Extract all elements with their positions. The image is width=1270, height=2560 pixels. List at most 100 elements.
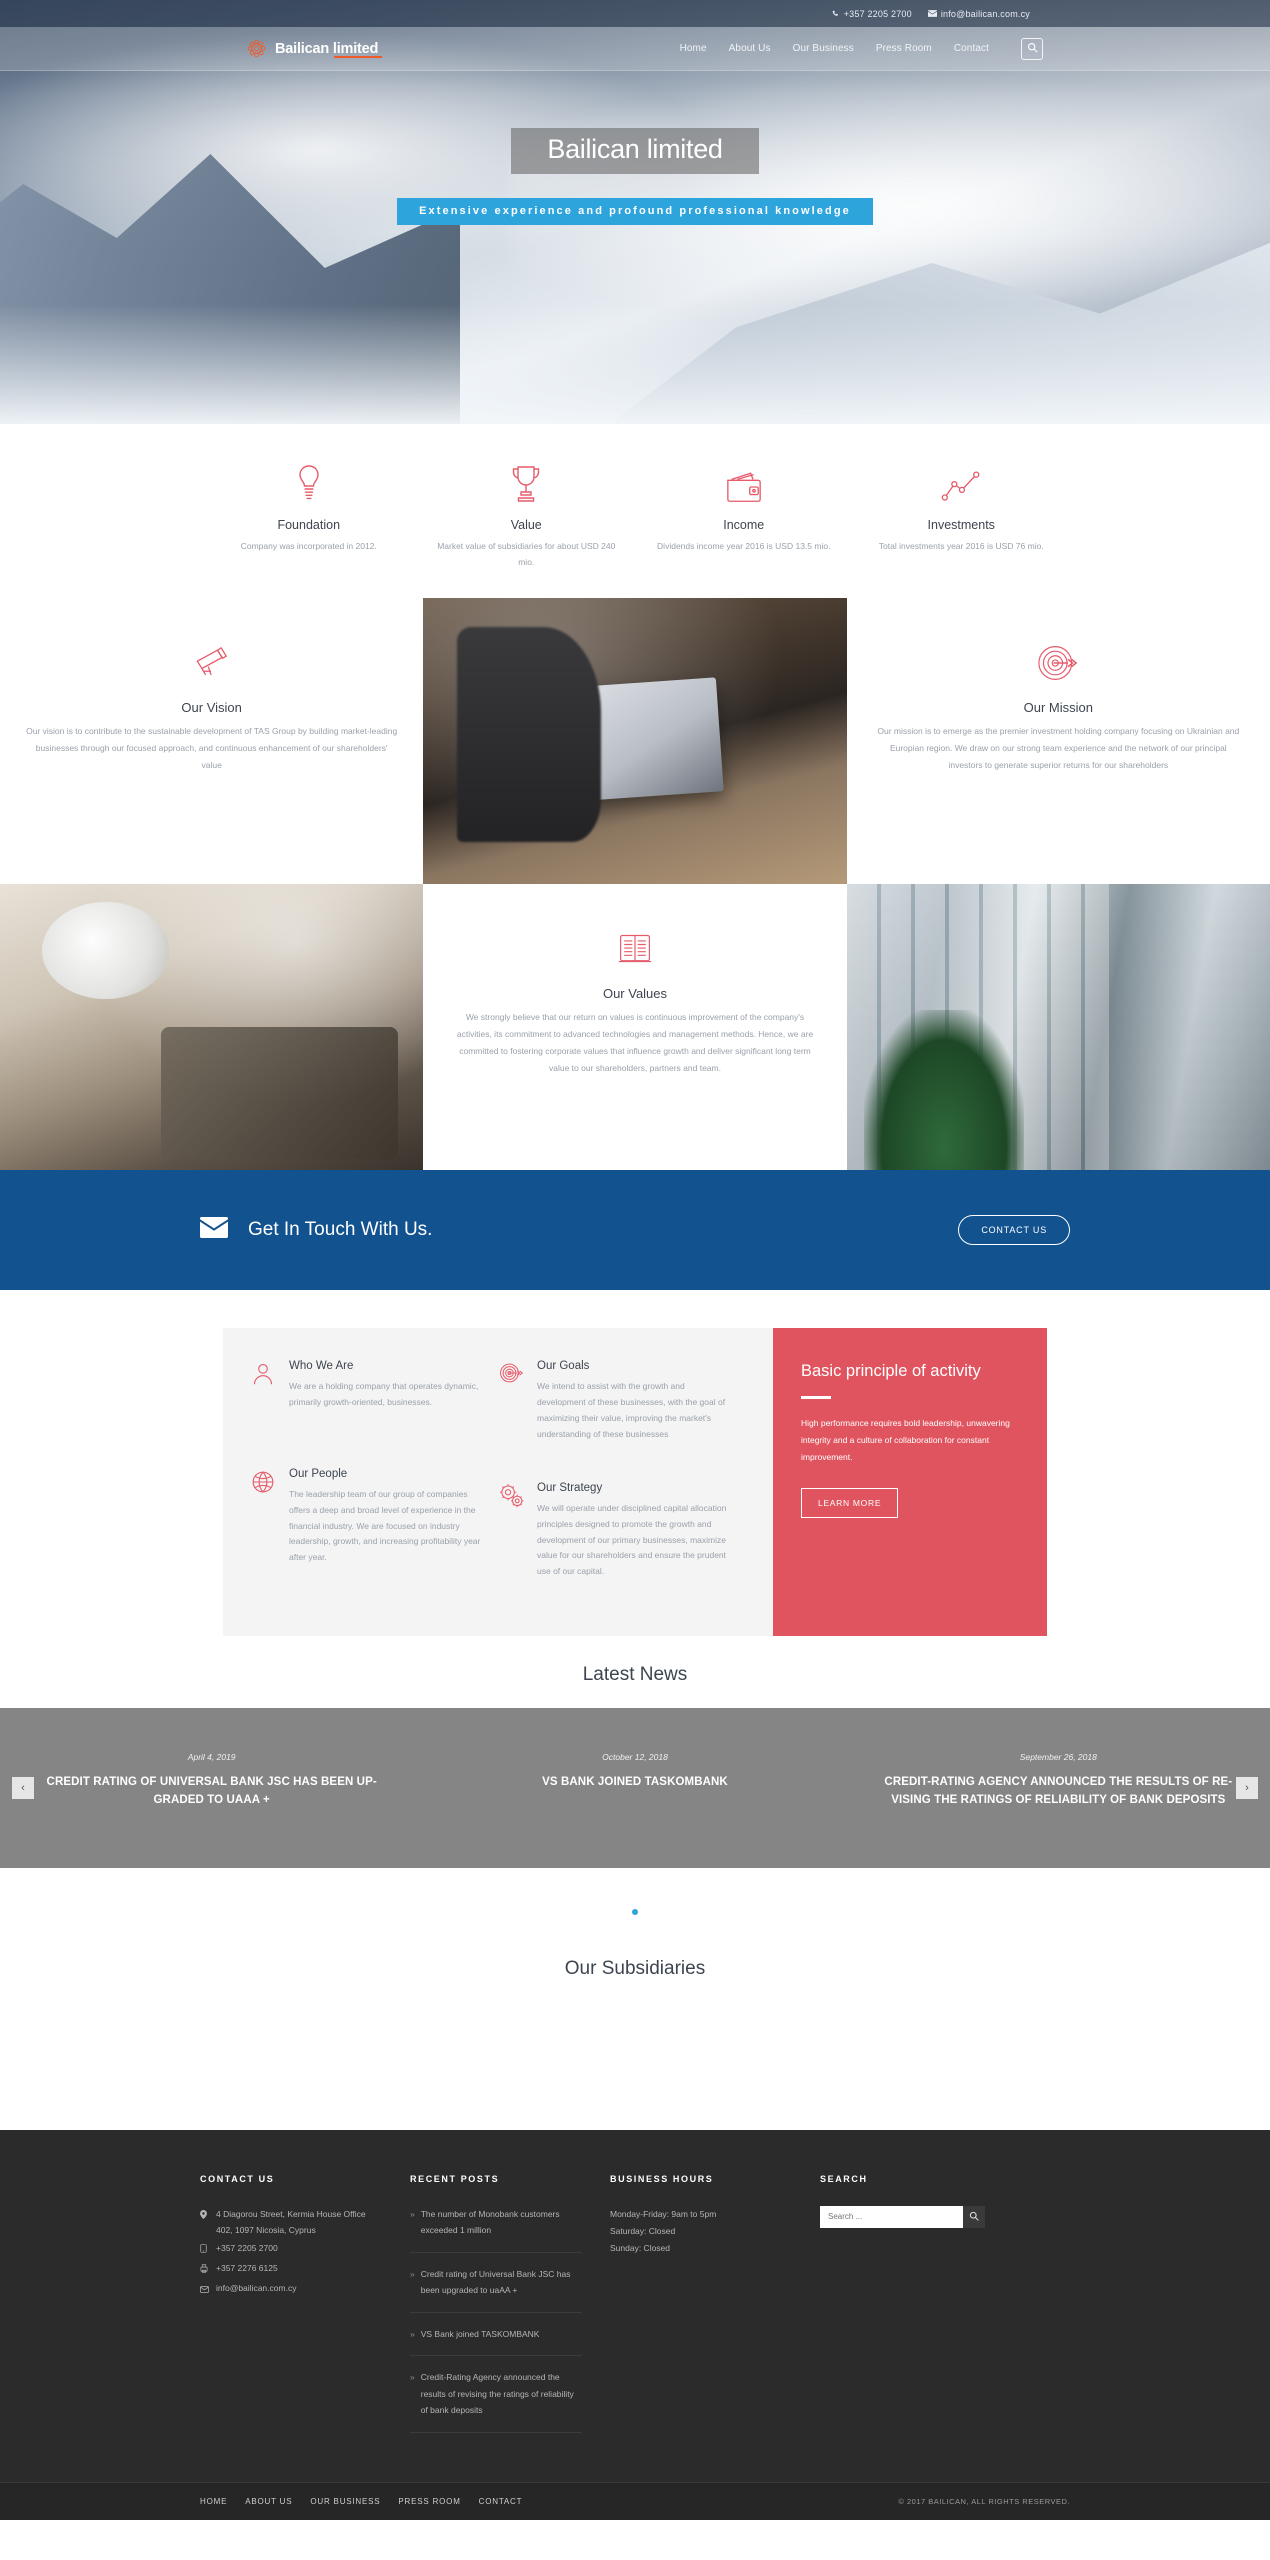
feature-our-strategy: Our Strategy We will operate under disci… xyxy=(499,1468,747,1580)
globe-icon xyxy=(251,1468,277,1580)
photo-cell-office xyxy=(846,884,1270,1171)
recent-post-text: VS Bank joined TASKOMBANK xyxy=(420,2328,540,2339)
nav-item-home[interactable]: Home xyxy=(680,43,707,54)
stat-text: Dividends income year 2016 is USD 13.5 m… xyxy=(657,541,831,551)
news-title[interactable]: CREDIT RATING OF UNIVERSAL BANK JSC HAS … xyxy=(26,1774,397,1810)
fax-icon xyxy=(200,2260,209,2278)
news-date: April 4, 2019 xyxy=(187,1751,236,1762)
footer-nav-about-us[interactable]: About Us xyxy=(245,2497,292,2506)
news-prev-button[interactable]: ‹ xyxy=(12,1776,34,1799)
topbar-email[interactable]: info@bailican.com.cy xyxy=(927,9,1030,19)
business-hours-sunday: Sunday: Closed xyxy=(610,2242,671,2253)
chevron-left-icon: ‹ xyxy=(21,1781,25,1794)
header-search-button[interactable] xyxy=(1021,37,1043,60)
photo-office-interior xyxy=(846,884,1270,1171)
news-card[interactable]: April 4, 2019 CREDIT RATING OF UNIVERSAL… xyxy=(0,1752,423,1810)
learn-more-button[interactable]: LEARN MORE xyxy=(801,1488,899,1519)
search-icon xyxy=(1027,40,1038,58)
values-text: We strongly believe that our return on v… xyxy=(456,1012,814,1074)
values-block: Our Values We strongly believe that our … xyxy=(423,884,846,1077)
footer-email-text: info@bailican.com.cy xyxy=(216,2283,297,2294)
chevron-right-icon: › xyxy=(1245,1781,1249,1794)
recent-post-item[interactable]: » Credit rating of Universal Bank JSC ha… xyxy=(410,2266,582,2313)
stat-card-value: Value Market value of subsidiaries for a… xyxy=(418,462,636,570)
footer-nav-contact[interactable]: Contact xyxy=(479,2497,523,2506)
flower-mandala-icon xyxy=(246,38,267,59)
values-title: Our Values xyxy=(602,986,668,1002)
wallet-icon xyxy=(649,462,839,504)
top-contact-bar: +357 2205 2700 info@bailican.com.cy xyxy=(0,0,1270,27)
stat-card-income: Income Dividends income year 2016 is USD… xyxy=(635,462,853,570)
topbar-phone[interactable]: +357 2205 2700 xyxy=(832,9,912,19)
hero-section: +357 2205 2700 info@bailican.com.cy Bail… xyxy=(0,0,1270,424)
photo-man-with-laptop xyxy=(423,598,847,885)
recent-post-item[interactable]: » VS Bank joined TASKOMBANK xyxy=(410,2326,582,2357)
footer-email[interactable]: info@bailican.com.cy xyxy=(200,2280,382,2298)
footer-search-submit-button[interactable] xyxy=(963,2205,985,2228)
carousel-dot-active[interactable] xyxy=(632,1908,638,1915)
search-icon xyxy=(969,2209,979,2224)
person-icon xyxy=(251,1360,277,1442)
footer-nav-our-business[interactable]: Our Business xyxy=(310,2497,380,2506)
basic-principle-panel: Basic principle of activity High perform… xyxy=(773,1328,1047,1636)
nav-item-press-room[interactable]: Press Room xyxy=(876,43,932,54)
feature-text: We intend to assist with the growth and … xyxy=(537,1381,726,1439)
news-card[interactable]: October 12, 2018 VS BANK JOINED TASKOMBA… xyxy=(423,1752,846,1810)
footer-fax-text: +357 2276 6125 xyxy=(216,2262,278,2273)
vision-block: Our Vision Our vision is to contribute t… xyxy=(0,598,423,774)
stat-title: Value xyxy=(510,518,542,532)
get-in-touch-heading: Get In Touch With Us. xyxy=(248,1219,433,1241)
footer-contact-column: Contact Us 4 Diagorou Street, Kermia Hou… xyxy=(200,2174,410,2447)
recent-post-text: Credit rating of Universal Bank JSC has … xyxy=(420,2268,571,2296)
news-next-button[interactable]: › xyxy=(1236,1776,1258,1799)
nav-item-our-business[interactable]: Our Business xyxy=(793,43,854,54)
feature-our-goals: Our Goals We intend to assist with the g… xyxy=(499,1360,747,1442)
line-chart-icon xyxy=(867,462,1057,504)
site-logo[interactable]: Bailican limited xyxy=(246,38,383,59)
page-root: +357 2205 2700 info@bailican.com.cy Bail… xyxy=(0,0,1270,2521)
stat-title: Investments xyxy=(927,518,995,532)
copyright-text: © 2017 BAILICAN, ALL RIGHTS RESERVED. xyxy=(898,2497,1070,2507)
hero-content: Bailican limited Extensive experience an… xyxy=(0,128,1270,225)
footer-search-input[interactable] xyxy=(820,2205,963,2228)
nav-item-about-us[interactable]: About Us xyxy=(729,43,771,54)
primary-nav: Home About Us Our Business Press Room Co… xyxy=(680,37,1270,60)
latest-news-carousel: ‹ › April 4, 2019 CREDIT RATING OF UNIVE… xyxy=(0,1707,1270,1868)
site-logo-text: Bailican limited xyxy=(275,41,383,58)
main-navbar: Bailican limited Home About Us Our Busin… xyxy=(0,27,1270,71)
stat-card-investments: Investments Total investments year 2016 … xyxy=(853,462,1071,570)
footer-nav-home[interactable]: Home xyxy=(200,2497,227,2506)
get-in-touch-band: Get In Touch With Us. CONTACT US xyxy=(0,1170,1270,1291)
hero-title: Bailican limited xyxy=(511,128,759,174)
news-date: October 12, 2018 xyxy=(602,1751,668,1762)
envelope-icon xyxy=(200,2280,209,2298)
principle-title: Basic principle of activity xyxy=(801,1362,981,1381)
news-card[interactable]: September 26, 2018 CREDIT-RATING AGENCY … xyxy=(847,1752,1270,1810)
trophy-icon xyxy=(432,462,622,504)
stat-title: Foundation xyxy=(277,518,341,532)
principle-text: High performance requires bold leadershi… xyxy=(801,1418,1010,1463)
footer-fax: +357 2276 6125 xyxy=(200,2260,382,2278)
news-title[interactable]: CREDIT-RATING AGENCY ANNOUNCED THE RESUL… xyxy=(873,1774,1244,1810)
recent-post-item[interactable]: » Credit-Rating Agency announced the res… xyxy=(410,2369,582,2434)
recent-post-item[interactable]: » The number of Monobank customers excee… xyxy=(410,2206,582,2253)
book-icon xyxy=(449,926,820,972)
footer-phone[interactable]: +357 2205 2700 xyxy=(200,2240,382,2258)
feature-title: Our Strategy xyxy=(537,1482,603,1495)
contact-us-button[interactable]: CONTACT US xyxy=(958,1215,1070,1246)
stat-card-foundation: Foundation Company was incorporated in 2… xyxy=(200,462,418,570)
carousel-pagination[interactable] xyxy=(0,1868,1270,1920)
chevron-right-icon: » xyxy=(410,2208,415,2219)
stat-text: Company was incorporated in 2012. xyxy=(240,541,377,551)
footer-business-hours-column: Business Hours Monday-Friday: 9am to 5pm… xyxy=(610,2174,820,2447)
footer-nav-press-room[interactable]: Press Room xyxy=(398,2497,460,2506)
target-arrow-icon xyxy=(499,1360,525,1442)
footer-search-form xyxy=(820,2205,985,2228)
features-grid: Who We Are We are a holding company that… xyxy=(223,1328,773,1636)
news-title[interactable]: VS BANK JOINED TASKOMBANK xyxy=(449,1774,820,1792)
nav-item-contact[interactable]: Contact xyxy=(954,43,989,54)
feature-text: We will operate under disciplined capita… xyxy=(537,1503,727,1577)
footer-address: 4 Diagorou Street, Kermia House Office 4… xyxy=(200,2206,382,2238)
map-pin-icon xyxy=(200,2206,209,2238)
footer-hours-heading: Business Hours xyxy=(610,2173,714,2184)
